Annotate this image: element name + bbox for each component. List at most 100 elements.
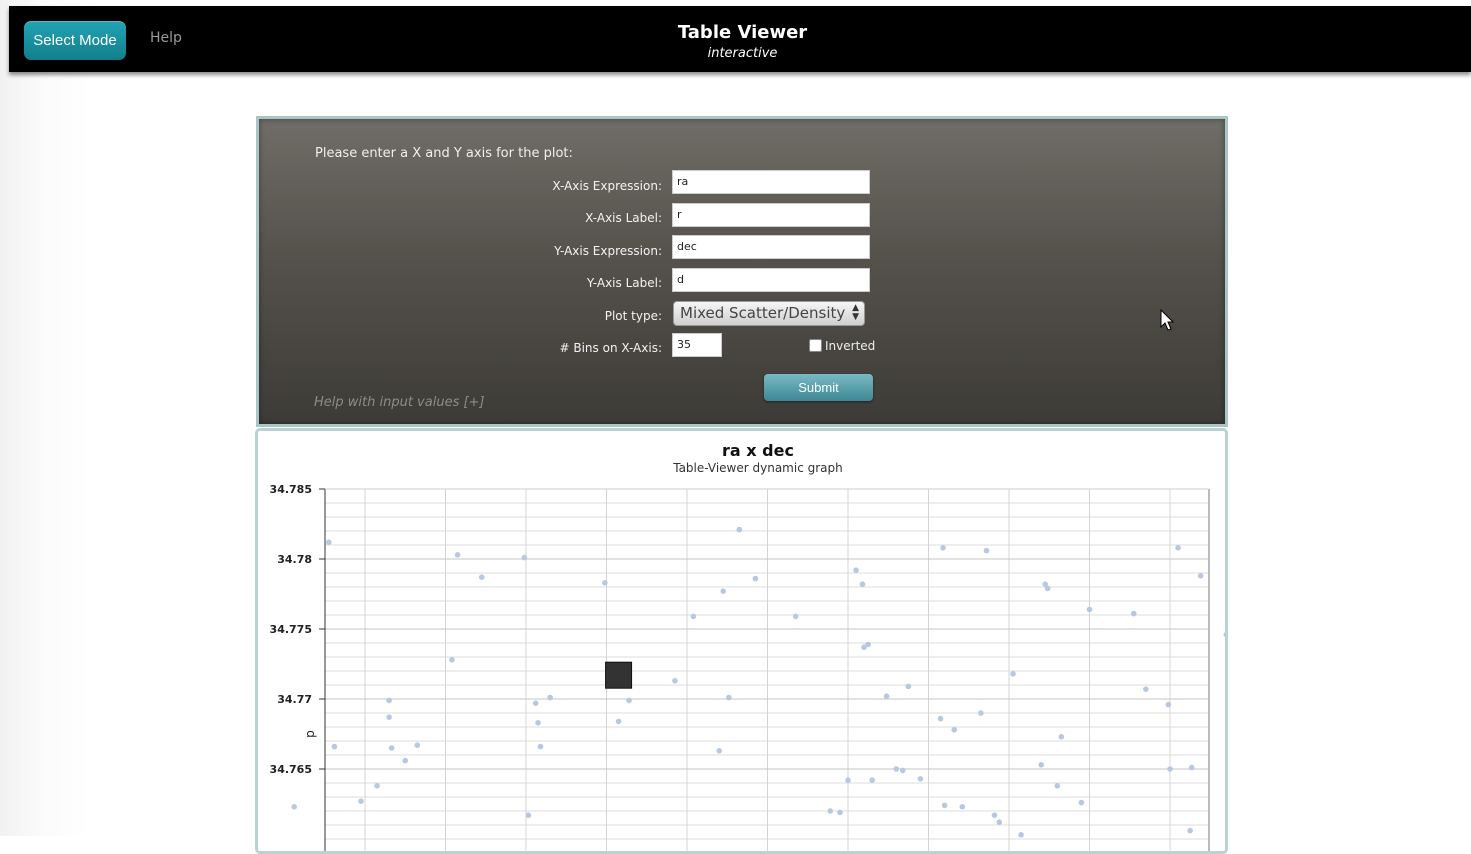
- y-tick-label: 34.765: [270, 763, 312, 776]
- scatter-point: [1058, 734, 1065, 740]
- scatter-point: [1167, 766, 1173, 772]
- plot-form-panel: Please enter a X and Y axis for the plot…: [256, 116, 1228, 427]
- scatter-point: [837, 809, 843, 816]
- scatter-point: [672, 678, 678, 684]
- scatter-point: [959, 804, 966, 810]
- scatter-point: [374, 783, 380, 789]
- scatter-point: [532, 700, 539, 706]
- app-title: Table Viewer: [677, 22, 808, 43]
- bins-input[interactable]: 35: [672, 333, 722, 357]
- scatter-point: [905, 683, 912, 690]
- scatter-point: [1130, 610, 1137, 617]
- scatter-point: [917, 776, 924, 782]
- inverted-label: Inverted: [825, 339, 876, 353]
- scatter-point: [859, 581, 866, 587]
- scatter-point: [1010, 671, 1016, 677]
- form-prompt: Please enter a X and Y axis for the plot…: [315, 146, 573, 161]
- scatter-point: [1223, 632, 1225, 638]
- scatter-point: [388, 745, 395, 751]
- scatter-point: [1054, 783, 1061, 789]
- scatter-point: [521, 554, 528, 561]
- y-tick-label: 34.77: [277, 693, 312, 706]
- help-input-values-link[interactable]: Help with input values [+]: [314, 395, 485, 410]
- scatter-point: [726, 694, 732, 701]
- scatter-point: [331, 743, 338, 750]
- scatter-point: [454, 552, 461, 558]
- y-tick-label: 34.785: [270, 483, 312, 496]
- scatter-point: [1078, 799, 1085, 806]
- select-mode-button[interactable]: Select Mode: [24, 21, 126, 60]
- scatter-point: [937, 715, 944, 722]
- mouse-cursor-icon: [1160, 309, 1175, 331]
- scatter-point: [1044, 585, 1051, 592]
- plot-type-label: Plot type:: [604, 309, 662, 323]
- density-cell: [605, 661, 633, 689]
- top-bar: Select Mode Help Table Viewer interactiv…: [9, 6, 1471, 72]
- scatter-point: [386, 697, 392, 704]
- scatter-point: [547, 694, 553, 701]
- scatter-point: [1197, 573, 1204, 579]
- scatter-point: [883, 693, 890, 699]
- scatter-point: [869, 777, 875, 783]
- submit-button[interactable]: Submit: [764, 374, 873, 401]
- scatter-point: [386, 714, 392, 720]
- y-axis-label: d: [304, 730, 318, 738]
- select-arrows-icon: ▲ ▼: [852, 303, 859, 322]
- scatter-point: [752, 575, 759, 582]
- y-expression-input[interactable]: dec: [672, 235, 870, 259]
- scatter-point: [291, 804, 297, 810]
- scatter-point: [1018, 832, 1024, 838]
- scatter-point: [1086, 606, 1093, 613]
- plot-type-select[interactable]: Mixed Scatter/Density ▲ ▼: [673, 301, 865, 326]
- scatter-point: [978, 710, 984, 716]
- scatter-point: [951, 727, 958, 733]
- scatter-point: [893, 766, 900, 772]
- scatter-point: [537, 743, 544, 750]
- x-expression-input[interactable]: ra: [672, 170, 870, 194]
- scatter-point: [1188, 764, 1195, 771]
- scatter-point: [525, 812, 532, 818]
- scatter-point: [615, 718, 622, 725]
- scatter-point: [792, 613, 799, 620]
- scatter-point: [690, 613, 697, 620]
- scatter-point: [983, 547, 990, 554]
- scatter-point: [535, 720, 541, 726]
- y-tick-label: 34.775: [270, 623, 312, 636]
- scatter-point: [720, 588, 727, 594]
- x-label-label: X-Axis Label:: [585, 211, 662, 225]
- scatter-point: [478, 574, 485, 580]
- scatter-point: [1143, 686, 1149, 692]
- x-expression-label: X-Axis Expression:: [552, 179, 662, 193]
- scatter-point: [736, 526, 743, 533]
- scatter-point: [602, 580, 608, 586]
- scatter-point: [414, 742, 421, 748]
- scatter-point: [991, 812, 998, 818]
- plot-type-value: Mixed Scatter/Density: [680, 304, 846, 322]
- scatter-point: [827, 808, 834, 814]
- scatter-point: [1187, 827, 1193, 834]
- scatter-point: [940, 545, 946, 551]
- scatter-point: [845, 777, 851, 783]
- scatter-point: [1038, 762, 1044, 768]
- scatter-point: [996, 819, 1003, 825]
- help-link[interactable]: Help: [150, 30, 182, 46]
- chart-panel: ra x dec Table-Viewer dynamic graph 34.7…: [255, 428, 1228, 854]
- scatter-point: [1175, 545, 1181, 551]
- y-label-label: Y-Axis Label:: [586, 276, 662, 290]
- scatter-point: [449, 657, 455, 663]
- scatter-point: [853, 567, 859, 573]
- y-label-input[interactable]: d: [672, 268, 870, 292]
- inverted-checkbox[interactable]: [809, 339, 822, 352]
- scatter-point: [402, 757, 409, 764]
- y-tick-label: 34.78: [277, 553, 312, 566]
- app-subtitle: interactive: [707, 46, 778, 61]
- scatter-point: [716, 748, 722, 754]
- scatter-point: [941, 802, 948, 809]
- scatter-point: [626, 697, 632, 704]
- scatter-point: [358, 798, 364, 804]
- scatter-point: [1165, 701, 1172, 708]
- scatter-point: [325, 539, 332, 545]
- y-expression-label: Y-Axis Expression:: [554, 244, 662, 258]
- scatter-plot[interactable]: 34.785 34.78 34.775 34.77 34.765 d: [258, 431, 1225, 851]
- x-label-input[interactable]: r: [672, 203, 870, 227]
